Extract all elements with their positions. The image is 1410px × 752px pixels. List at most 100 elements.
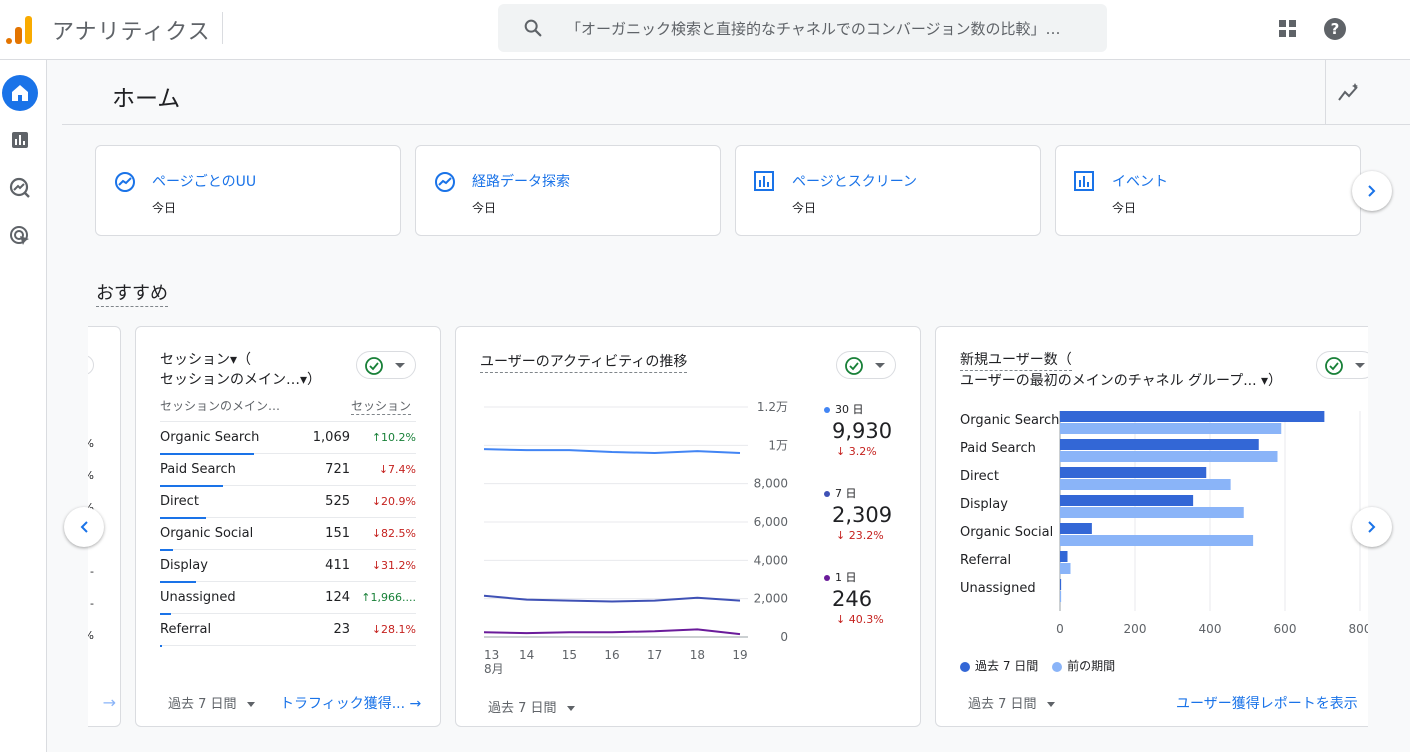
apps-grid-icon[interactable] xyxy=(1278,19,1298,39)
quick-card-sub: 今日 xyxy=(1112,201,1137,215)
carousel-next-button[interactable] xyxy=(1352,507,1392,547)
top-bar: アナリティクス 「オーガニック検索と直接的なチャネルでのコンバージョン数の比較」… xyxy=(0,0,1410,60)
arrow-up-icon: ↑ xyxy=(371,431,382,444)
kpi-change: ↓ 23.2% xyxy=(836,529,884,542)
help-icon[interactable]: ? xyxy=(1324,18,1346,40)
y-tick-label: 8,000 xyxy=(754,477,788,491)
kpi-label: 30 日 xyxy=(824,401,864,417)
nav-home-button[interactable] xyxy=(2,75,38,111)
row-change: ↑1,966.... xyxy=(361,591,416,604)
bar xyxy=(1060,423,1282,434)
quick-card-path-exploration[interactable]: 経路データ探索 今日 xyxy=(415,145,721,236)
bar-chart-icon xyxy=(12,132,28,148)
trend-icon xyxy=(115,172,135,192)
y-tick-label: 4,000 xyxy=(754,553,788,567)
new-users-bar-chart: 0 200 400 600 800 xyxy=(1056,411,1368,636)
check-circle-icon xyxy=(1325,357,1343,375)
table-row[interactable]: Organic Social 151 ↓82.5% xyxy=(160,518,416,551)
table-row[interactable]: Paid Search 721 ↓7.4% xyxy=(160,454,416,487)
arrow-down-icon: ↓ xyxy=(836,613,849,626)
partial-row-value: - xyxy=(90,597,94,610)
insights-icon[interactable] xyxy=(1337,82,1361,104)
row-channel: Unassigned xyxy=(160,590,236,605)
chevron-right-icon xyxy=(1368,521,1376,533)
card-title[interactable]: 新規ユーザー数（ ユーザーの最初のメインのチャネル グループ... ▾） xyxy=(960,350,1282,391)
table-row[interactable]: Unassigned 124 ↑1,966.... xyxy=(160,582,416,615)
bar-report-icon xyxy=(1074,171,1094,191)
column-header-sessions[interactable]: セッション xyxy=(351,397,412,415)
row-channel: Referral xyxy=(160,622,212,637)
x-tick-label: 17 xyxy=(647,648,662,662)
table-row[interactable]: Organic Search 1,069 ↑10.2% xyxy=(160,422,416,455)
quick-card-pages-screens[interactable]: ページとスクリーン 今日 xyxy=(735,145,1041,236)
nav-reports-button[interactable] xyxy=(2,122,38,158)
quick-card-page-uu[interactable]: ページごとのUU 今日 xyxy=(95,145,401,236)
bar-report-icon xyxy=(754,171,774,191)
category-label: Unassigned xyxy=(960,581,1036,596)
row-change: ↓31.2% xyxy=(371,559,416,572)
insight-check-dropdown[interactable] xyxy=(1316,351,1368,379)
user-activity-card: ユーザーのアクティビティの推移 0 2,000 4,000 6,000 8,000 1万 1… xyxy=(455,326,921,727)
new-users-card: 新規ユーザー数（ ユーザーの最初のメインのチャネル グループ... ▾） Org… xyxy=(935,326,1368,727)
bar xyxy=(1060,411,1325,422)
x-tick-label: 15 xyxy=(562,648,577,662)
kpi-label: 1 日 xyxy=(824,569,857,585)
category-label: Organic Social xyxy=(960,525,1054,540)
bar xyxy=(1060,439,1259,450)
carousel-prev-button[interactable] xyxy=(64,507,104,547)
table-row[interactable]: Display 411 ↓31.2% xyxy=(160,550,416,583)
bar xyxy=(1060,451,1278,462)
arrow-down-icon: ↓ xyxy=(836,529,849,542)
partial-row-value: % xyxy=(88,629,94,642)
bar xyxy=(1060,495,1194,506)
app-title: アナリティクス xyxy=(52,20,211,45)
legend: 過去 7 日間 前の期間 xyxy=(960,657,1115,674)
row-change: ↓20.9% xyxy=(371,495,416,508)
left-nav-rail xyxy=(0,60,47,752)
row-channel: Organic Social xyxy=(160,526,254,541)
period-selector[interactable]: 過去 7 日間 xyxy=(488,697,575,716)
row-value: 411 xyxy=(325,558,350,573)
chevron-right-icon xyxy=(1368,185,1376,197)
bar xyxy=(1060,535,1254,546)
y-tick-label: 1万 xyxy=(768,438,788,452)
table-row[interactable]: Direct 525 ↓20.9% xyxy=(160,486,416,519)
quick-card-sub: 今日 xyxy=(472,201,497,215)
quick-card-label: イベント xyxy=(1112,174,1168,190)
search-placeholder[interactable]: 「オーガニック検索と直接的なチャネルでのコンバージョン数の比較」… xyxy=(566,18,1061,39)
user-acquisition-link[interactable]: ユーザー獲得レポートを表示 xyxy=(1176,693,1358,713)
insight-check-dropdown[interactable] xyxy=(356,351,416,379)
divider xyxy=(222,12,223,44)
period-selector[interactable]: 過去 7 日間 xyxy=(968,693,1055,712)
nav-advertising-button[interactable] xyxy=(2,218,38,254)
traffic-acquisition-link[interactable]: トラフィック獲得... → xyxy=(280,693,421,713)
kpi-value: 246 xyxy=(832,587,873,611)
card-title[interactable]: セッション▾（ セッションのメイン…▾） xyxy=(160,350,321,390)
arrow-down-icon: ↓ xyxy=(371,527,382,540)
column-header-dimension[interactable]: セッションのメイン… xyxy=(160,397,280,414)
nav-explore-button[interactable] xyxy=(2,170,38,206)
category-label: Organic Search xyxy=(960,413,1060,428)
analytics-logo-icon[interactable] xyxy=(6,14,34,44)
row-channel: Paid Search xyxy=(160,462,236,477)
x-tick-label: 800 xyxy=(1349,622,1368,636)
insight-check-dropdown[interactable] xyxy=(836,351,896,379)
partial-row-value: % xyxy=(88,437,94,450)
quick-cards-next-button[interactable] xyxy=(1352,171,1392,211)
bar xyxy=(1060,551,1068,562)
period-selector[interactable]: 過去 7 日間 xyxy=(168,693,255,712)
card-title[interactable]: ユーザーのアクティビティの推移 xyxy=(480,352,688,373)
category-label: Referral xyxy=(960,553,1012,568)
y-tick-label: 1.2万 xyxy=(757,400,788,414)
row-change: ↓28.1% xyxy=(371,623,416,636)
x-tick-label: 19 xyxy=(732,648,747,662)
y-tick-label: 2,000 xyxy=(754,592,788,606)
quick-card-events[interactable]: イベント 今日 xyxy=(1055,145,1361,236)
legend-current: 過去 7 日間 xyxy=(960,659,1038,673)
legend-previous: 前の期間 xyxy=(1052,659,1115,673)
x-tick-label: 400 xyxy=(1199,622,1222,636)
table-row[interactable]: Referral 23 ↓28.1% xyxy=(160,614,416,647)
x-tick-label: 14 xyxy=(519,648,534,662)
search-bar[interactable]: 「オーガニック検索と直接的なチャネルでのコンバージョン数の比較」… xyxy=(498,4,1107,52)
row-change: ↓7.4% xyxy=(378,463,416,476)
